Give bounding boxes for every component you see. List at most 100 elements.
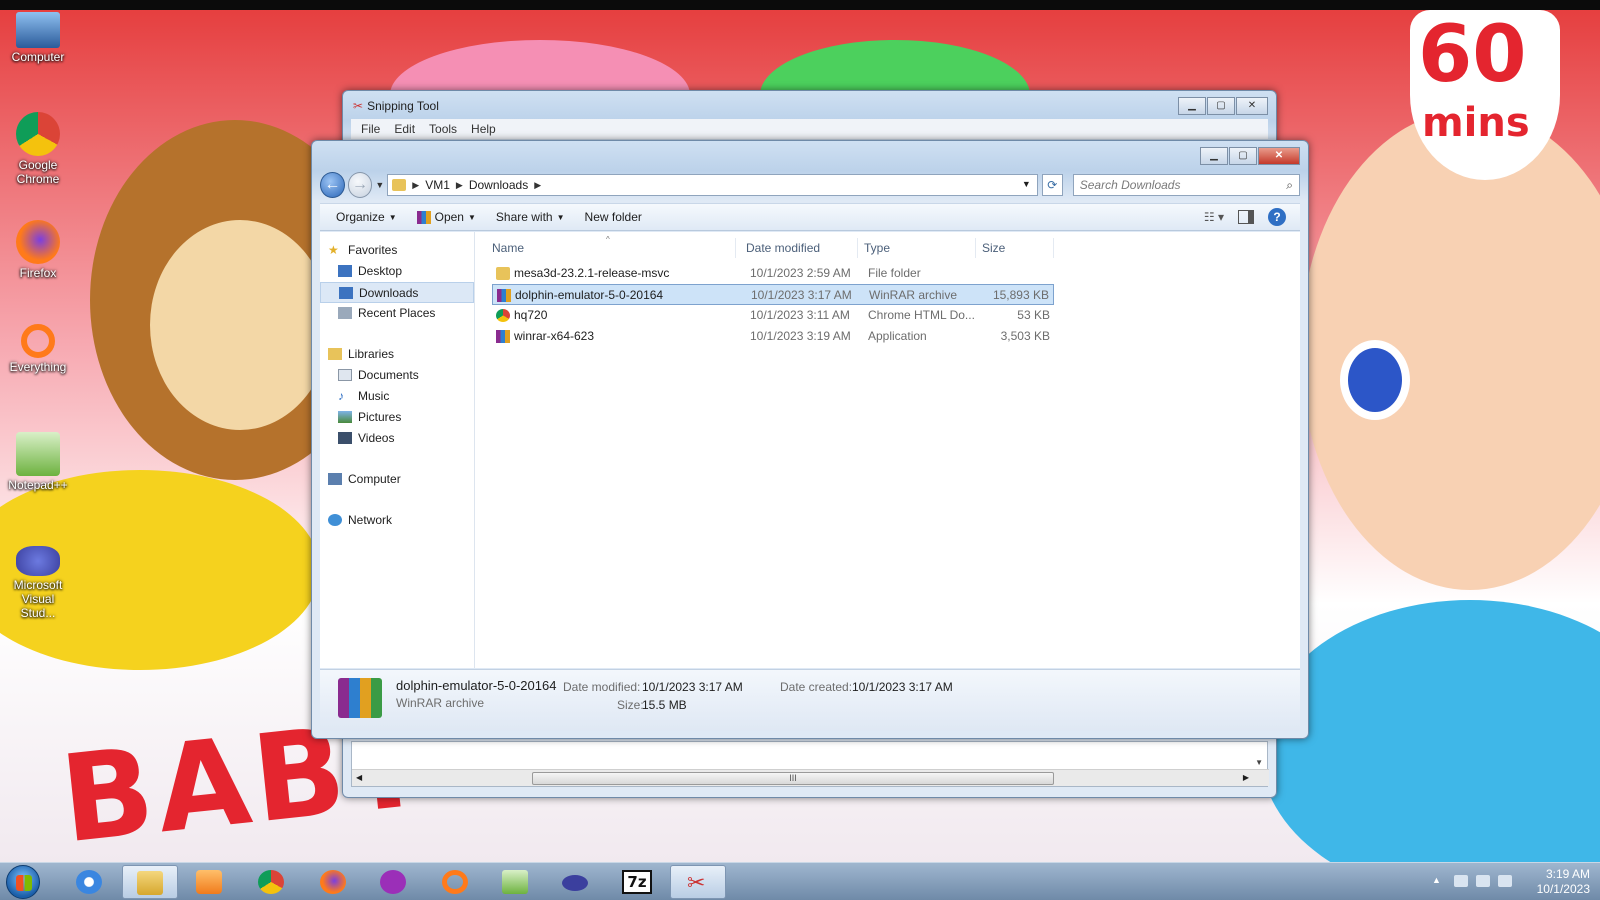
nav-label: Recent Places — [358, 306, 436, 320]
nav-pictures[interactable]: Pictures — [320, 407, 474, 428]
back-arrow-icon[interactable]: ← — [320, 172, 345, 198]
visual-studio-icon — [16, 546, 60, 576]
desktop-icon-everything[interactable]: Everything — [4, 324, 72, 374]
address-bar[interactable]: ▶ VM1 ▶ Downloads ▶ ▼ — [387, 174, 1038, 196]
menu-help[interactable]: Help — [471, 122, 496, 136]
scroll-left-arrow-icon[interactable]: ◀ — [356, 773, 362, 782]
taskbar-7zip[interactable]: 7z — [610, 865, 666, 899]
desktop-icon-label: Google Chrome — [16, 158, 60, 186]
navigation-row: ← → ▼ ▶ VM1 ▶ Downloads ▶ ▼ ⟳ Search Dow… — [320, 171, 1301, 199]
nav-libraries[interactable]: Libraries — [320, 344, 474, 365]
desktop-icon-computer[interactable]: Computer — [4, 12, 72, 64]
scroll-right-arrow-icon[interactable]: ▶ — [1243, 773, 1249, 782]
clock[interactable]: 3:19 AM 10/1/2023 — [1537, 867, 1590, 897]
breadcrumb-vm1[interactable]: VM1 — [425, 178, 450, 192]
file-row[interactable]: winrar-x64-623 10/1/2023 3:19 AM Applica… — [492, 326, 1054, 347]
desktop-icon-firefox[interactable]: Firefox — [4, 220, 72, 280]
winrar-icon — [416, 210, 431, 224]
maximize-button[interactable]: ▢ — [1229, 147, 1257, 165]
nav-downloads[interactable]: Downloads — [320, 282, 474, 303]
minimize-button[interactable]: ▁ — [1178, 97, 1206, 115]
desktop-icon-label: Computer — [11, 50, 65, 64]
recent-places-icon — [338, 307, 352, 319]
taskbar-mask-app[interactable] — [366, 865, 422, 899]
chevron-right-icon[interactable]: ▶ — [534, 180, 541, 191]
scrollbar-thumb[interactable]: III — [532, 772, 1054, 785]
minimize-button[interactable]: ▁ — [1200, 147, 1228, 165]
details-file-name: dolphin-emulator-5-0-20164 — [396, 678, 557, 693]
preview-pane-icon[interactable] — [1238, 210, 1254, 224]
file-row[interactable]: dolphin-emulator-5-0-20164 10/1/2023 3:1… — [492, 284, 1054, 305]
column-header-size[interactable]: Size — [976, 238, 1054, 258]
nav-favorites[interactable]: ★ Favorites — [320, 240, 474, 261]
desktop-icon-chrome[interactable]: Google Chrome — [4, 112, 72, 186]
help-icon[interactable]: ? — [1268, 208, 1286, 226]
explorer-window[interactable]: ▁ ▢ ✕ ← → ▼ ▶ VM1 ▶ Downloads ▶ ▼ ⟳ Sear… — [311, 140, 1309, 739]
menu-bar: File Edit Tools Help — [351, 119, 1268, 139]
taskbar-firefox[interactable] — [306, 865, 362, 899]
organize-button[interactable]: Organize ▼ — [326, 210, 407, 224]
nav-computer[interactable]: Computer — [320, 469, 474, 490]
maximize-button[interactable]: ▢ — [1207, 97, 1235, 115]
taskbar-windows-explorer[interactable] — [122, 865, 178, 899]
open-button[interactable]: Open ▼ — [407, 210, 486, 224]
close-button[interactable]: ✕ — [1236, 97, 1268, 115]
computer-icon — [16, 12, 60, 48]
nav-network[interactable]: Network — [320, 510, 474, 531]
wallpaper-badge-number: 60 — [1418, 10, 1527, 100]
desktop-icon-notepadpp[interactable]: Notepad++ — [4, 432, 72, 492]
file-name: hq720 — [514, 308, 548, 322]
search-placeholder: Search Downloads — [1079, 178, 1181, 192]
nav-recent-places[interactable]: Recent Places — [320, 303, 474, 324]
search-input[interactable]: Search Downloads ⌕ — [1072, 174, 1301, 196]
nav-documents[interactable]: Documents — [320, 365, 474, 386]
network-icon[interactable] — [1476, 875, 1490, 887]
start-button[interactable] — [6, 865, 40, 899]
new-folder-button[interactable]: New folder — [575, 210, 652, 224]
forward-arrow-icon[interactable]: → — [347, 172, 373, 198]
visual-studio-icon — [562, 875, 588, 891]
view-options-icon[interactable]: ☷ ▾ — [1204, 210, 1224, 224]
breadcrumb-downloads[interactable]: Downloads — [469, 178, 528, 192]
nav-desktop[interactable]: Desktop — [320, 261, 474, 282]
chevron-down-icon: ▼ — [467, 212, 476, 222]
nav-videos[interactable]: Videos — [320, 428, 474, 449]
recent-pages-chevron-icon[interactable]: ▼ — [375, 180, 384, 190]
everything-search-icon — [442, 870, 468, 894]
file-row[interactable]: hq720 10/1/2023 3:11 AM Chrome HTML Do..… — [492, 305, 1054, 326]
horizontal-scrollbar[interactable]: ◀ III ▶ — [352, 769, 1269, 786]
menu-file[interactable]: File — [361, 122, 380, 136]
search-icon[interactable]: ⌕ — [1286, 175, 1293, 195]
desktop-icon-visual-studio[interactable]: Microsoft Visual Stud... — [4, 546, 72, 620]
action-center-flag-icon[interactable] — [1454, 875, 1468, 887]
show-hidden-icons-chevron-icon[interactable]: ▲ — [1432, 875, 1446, 887]
wallpaper-lion-face — [150, 220, 330, 430]
close-button[interactable]: ✕ — [1258, 147, 1300, 165]
taskbar-everything[interactable] — [428, 865, 484, 899]
menu-tools[interactable]: Tools — [429, 122, 457, 136]
taskbar-notepad-plus-plus[interactable] — [488, 865, 544, 899]
column-label: Date modified — [746, 241, 821, 255]
refresh-icon[interactable]: ⟳ — [1041, 174, 1063, 196]
nav-label: Favorites — [348, 243, 398, 257]
volume-muted-icon[interactable] — [1498, 875, 1512, 887]
taskbar-internet-explorer[interactable] — [62, 865, 118, 899]
column-header-name[interactable]: Name ^ — [486, 235, 736, 258]
mask-icon — [380, 870, 406, 894]
documents-icon — [338, 369, 352, 381]
taskbar-media-player[interactable] — [182, 865, 238, 899]
menu-edit[interactable]: Edit — [394, 122, 415, 136]
file-type: Application — [868, 329, 927, 343]
nav-music[interactable]: ♪ Music — [320, 386, 474, 407]
taskbar-snipping-tool[interactable]: ✂ — [670, 865, 726, 899]
scroll-down-arrow-icon[interactable]: ▼ — [1255, 758, 1263, 767]
chevron-right-icon[interactable]: ▶ — [456, 180, 463, 191]
share-with-button[interactable]: Share with ▼ — [486, 210, 575, 224]
taskbar-chrome[interactable] — [244, 865, 300, 899]
column-header-type[interactable]: Type — [858, 238, 976, 258]
chevron-right-icon[interactable]: ▶ — [412, 180, 419, 191]
file-row[interactable]: mesa3d-23.2.1-release-msvc 10/1/2023 2:5… — [492, 263, 1054, 284]
column-header-date[interactable]: Date modified — [740, 238, 858, 258]
address-dropdown-icon[interactable]: ▼ — [1022, 179, 1031, 189]
taskbar-visual-studio[interactable] — [548, 865, 604, 899]
